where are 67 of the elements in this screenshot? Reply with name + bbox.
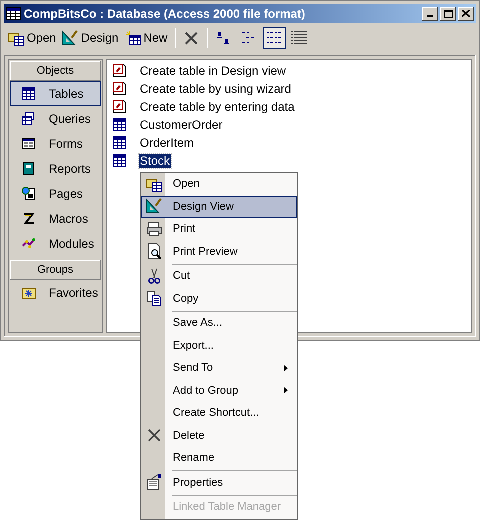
book-icon [22,162,36,175]
design-button[interactable]: Design [60,27,121,49]
printer-icon [146,220,162,238]
print-preview-icon [146,243,162,260]
wizard-icon [113,100,127,114]
sidebar-item[interactable]: Macros [10,206,101,231]
section-header: Objects [10,61,101,81]
table-icon [113,154,127,168]
menu-item[interactable]: Send To [141,357,297,380]
sidebar-item[interactable]: Queries [10,106,101,131]
form-icon [22,137,36,150]
submenu-arrow-icon [284,364,288,372]
maximize-icon [444,10,452,18]
list-item[interactable]: Create table in Design view [139,64,288,78]
menu-item[interactable]: Export... [141,334,297,357]
scissors-icon [146,268,162,285]
menu-item[interactable]: Print Preview [141,240,297,263]
list-item[interactable]: CustomerOrder [139,118,224,132]
minimize-button[interactable] [422,6,438,20]
list-item[interactable]: OrderItem [139,136,196,150]
design-icon [62,30,80,46]
sidebar-item[interactable]: Forms [10,131,101,156]
open-button[interactable]: Open [6,27,58,49]
table-icon [113,136,127,150]
wizard-icon [113,64,127,78]
section-header: Groups [10,260,101,280]
globe-page-icon [22,187,36,200]
folder-icon [22,286,36,299]
menu-item[interactable]: Print [141,218,297,240]
view-button[interactable] [262,27,286,49]
delete-icon [146,427,162,444]
menu-item[interactable]: Copy [141,288,297,310]
table-icon [22,87,36,100]
sidebar-item[interactable]: Tables [10,81,101,106]
menu-item[interactable]: Design View [141,196,297,218]
sidebar-item[interactable]: Favorites [10,280,101,305]
copy-icon [146,290,162,308]
wizard-icon [113,82,127,96]
close-icon [462,10,470,17]
new-button[interactable]: New [122,27,170,49]
properties-icon [146,474,162,492]
menu-item[interactable]: Add to Group [141,380,297,402]
stacked-tables-icon [22,112,36,125]
menu-item[interactable]: Create Shortcut... [141,402,297,424]
list-item[interactable]: Create table by entering data [139,100,296,114]
list-item[interactable]: Stock [139,154,172,168]
menu-item[interactable]: Cut [141,265,297,288]
sidebar-item[interactable]: Pages [10,181,101,206]
list-item[interactable]: Create table by using wizard [139,82,292,96]
menu-item[interactable]: Properties [141,472,297,494]
chart-icon [22,237,36,250]
database-icon [6,7,21,20]
maximize-button[interactable] [440,6,456,20]
table-icon [113,118,127,132]
close-button[interactable] [458,6,474,20]
details-view-icon [290,29,308,47]
sidebar-item[interactable]: Modules [10,231,101,256]
new-icon [124,30,142,46]
design-icon [146,198,162,216]
delete-icon [182,30,200,46]
submenu-arrow-icon [284,387,288,394]
menu-item[interactable]: Delete [141,424,297,447]
menu-item[interactable]: Rename [141,447,297,470]
window-title: CompBitsCo : Database (Access 2000 file format) [24,6,306,22]
sidebar-item[interactable]: Reports [10,156,101,181]
menu-item[interactable]: Open [141,173,297,196]
menu-item[interactable]: Save As... [141,312,297,334]
